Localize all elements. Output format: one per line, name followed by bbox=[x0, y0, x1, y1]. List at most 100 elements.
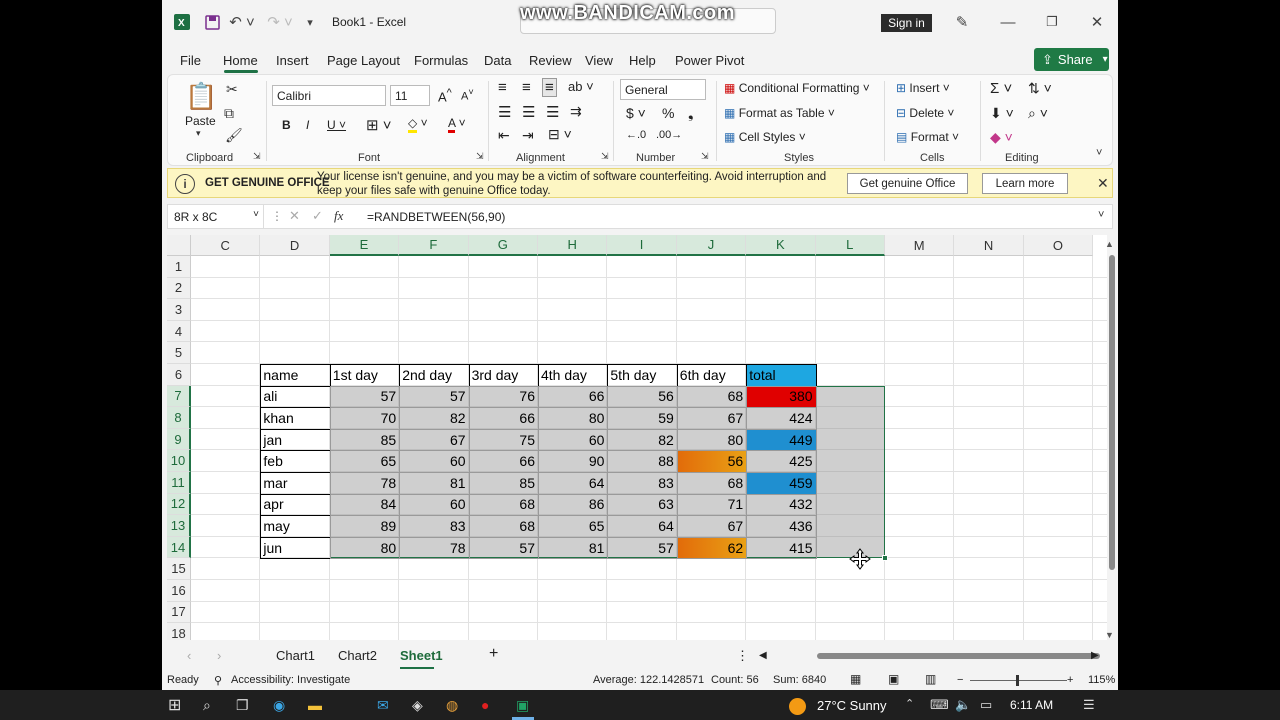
expand-formula-icon[interactable]: ˅ bbox=[1098, 209, 1104, 221]
value-cell[interactable]: 70 bbox=[330, 407, 399, 429]
middle-align-icon[interactable]: ≡ bbox=[522, 79, 531, 96]
value-cell[interactable]: 57 bbox=[399, 386, 468, 408]
find-select-icon[interactable]: ⌕ ˅ bbox=[1028, 105, 1048, 122]
cell-styles-button[interactable]: ▦ Cell Styles ˅ bbox=[724, 130, 806, 144]
edge-icon[interactable]: ◉ bbox=[273, 697, 285, 714]
header-cell[interactable]: 6th day bbox=[677, 364, 746, 386]
value-cell[interactable]: 83 bbox=[607, 472, 676, 494]
row-header-17[interactable]: 17 bbox=[167, 601, 191, 624]
task-view-icon[interactable]: ❐ bbox=[236, 697, 249, 714]
comma-icon[interactable]: ❟ bbox=[688, 105, 694, 122]
name-cell[interactable]: apr bbox=[260, 494, 329, 516]
increase-indent-icon[interactable]: ⇥ bbox=[522, 127, 534, 144]
sign-in-button[interactable]: Sign in bbox=[881, 14, 932, 32]
value-cell[interactable]: 84 bbox=[330, 494, 399, 516]
scroll-left-icon[interactable]: ◀ bbox=[759, 650, 767, 661]
row-header-11[interactable]: 11 bbox=[167, 472, 191, 494]
restore-icon[interactable]: ❐ bbox=[1042, 12, 1062, 32]
value-cell[interactable]: 57 bbox=[469, 537, 538, 559]
merge-center-icon[interactable]: ⊟ ˅ bbox=[548, 126, 572, 143]
number-launcher-icon[interactable]: ⇲ bbox=[701, 151, 709, 162]
page-break-view-icon[interactable]: ▥ bbox=[925, 672, 936, 686]
name-cell[interactable]: mar bbox=[260, 472, 329, 494]
fill-icon[interactable]: ⬇ ˅ bbox=[990, 105, 1014, 122]
insert-cells-button[interactable]: ⊞ Insert ˅ bbox=[896, 81, 950, 95]
value-cell[interactable]: 78 bbox=[399, 537, 468, 559]
value-cell[interactable]: 83 bbox=[399, 515, 468, 537]
total-cell[interactable]: 459 bbox=[746, 472, 816, 494]
value-cell[interactable]: 68 bbox=[469, 515, 538, 537]
font-color-icon[interactable]: A ˅ bbox=[448, 116, 466, 133]
format-as-table-button[interactable]: ▦ Format as Table ˅ bbox=[724, 106, 835, 120]
name-cell[interactable]: jan bbox=[260, 429, 329, 451]
collapse-ribbon-icon[interactable]: ˅ bbox=[1096, 147, 1102, 159]
scroll-right-icon[interactable]: ▶ bbox=[1091, 650, 1099, 661]
row-header-15[interactable]: 15 bbox=[167, 558, 191, 580]
total-cell[interactable]: 415 bbox=[746, 537, 815, 559]
sheet-tab-sheet1[interactable]: Sheet1 bbox=[400, 648, 443, 663]
zoom-out-icon[interactable]: − bbox=[957, 674, 963, 686]
alignment-launcher-icon[interactable]: ⇲ bbox=[601, 151, 609, 162]
weather-text[interactable]: 27°C Sunny bbox=[817, 698, 887, 713]
delete-cells-button[interactable]: ⊟ Delete ˅ bbox=[896, 106, 954, 120]
value-cell[interactable]: 67 bbox=[677, 407, 746, 429]
value-cell[interactable]: 57 bbox=[330, 386, 399, 408]
tab-review[interactable]: Review bbox=[529, 53, 572, 68]
zoom-in-icon[interactable]: + bbox=[1067, 674, 1073, 686]
row-header-6[interactable]: 6 bbox=[167, 364, 191, 386]
align-center-icon[interactable]: ☰ bbox=[522, 103, 535, 121]
search-icon[interactable]: ⌕ bbox=[203, 697, 211, 714]
value-cell[interactable]: 66 bbox=[469, 407, 538, 429]
row-header-4[interactable]: 4 bbox=[167, 320, 191, 343]
row-header-18[interactable]: 18 bbox=[167, 623, 191, 640]
italic-icon[interactable]: I bbox=[306, 118, 309, 132]
new-sheet-icon[interactable]: + bbox=[489, 645, 498, 663]
column-header-l[interactable]: L bbox=[815, 235, 885, 256]
column-header-m[interactable]: M bbox=[885, 235, 955, 256]
sheet-options-icon[interactable]: ⋮ bbox=[736, 648, 749, 664]
prev-sheet-icon[interactable]: ‹ bbox=[187, 648, 191, 663]
value-cell[interactable]: 56 bbox=[607, 386, 676, 408]
clock[interactable]: 6:11 AM bbox=[1010, 698, 1053, 712]
font-size-select[interactable]: 11 bbox=[390, 85, 430, 106]
horizontal-scrollbar[interactable] bbox=[817, 653, 1100, 659]
row-header-7[interactable]: 7 bbox=[167, 385, 191, 408]
speaker-icon[interactable]: 🔈 bbox=[955, 697, 971, 713]
normal-view-icon[interactable]: ▦ bbox=[850, 672, 861, 686]
notifications-icon[interactable]: ☰ bbox=[1083, 697, 1095, 713]
tab-help[interactable]: Help bbox=[629, 53, 656, 68]
clipboard-launcher-icon[interactable]: ⇲ bbox=[253, 151, 261, 162]
underline-icon[interactable]: U ˅ bbox=[327, 118, 346, 132]
header-cell[interactable]: 3rd day bbox=[469, 364, 538, 386]
autosum-icon[interactable]: Σ ˅ bbox=[990, 80, 1012, 97]
undo-icon[interactable]: ↶ ˅ bbox=[228, 12, 256, 32]
value-cell[interactable]: 66 bbox=[469, 450, 538, 472]
value-cell[interactable]: 80 bbox=[538, 407, 607, 429]
value-cell[interactable]: 85 bbox=[330, 429, 399, 451]
total-cell[interactable]: 436 bbox=[746, 515, 815, 537]
column-header-n[interactable]: N bbox=[954, 235, 1024, 256]
align-left-icon[interactable]: ☰ bbox=[498, 103, 511, 121]
value-cell[interactable]: 67 bbox=[677, 515, 746, 537]
accessibility-icon[interactable]: ⚲ bbox=[214, 674, 222, 687]
row-header-14[interactable]: 14 bbox=[167, 536, 191, 559]
value-cell[interactable]: 64 bbox=[538, 472, 607, 494]
value-cell[interactable]: 80 bbox=[677, 429, 746, 451]
battery-icon[interactable]: ▭ bbox=[980, 697, 992, 713]
row-header-10[interactable]: 10 bbox=[167, 450, 191, 472]
column-header-j[interactable]: J bbox=[676, 235, 747, 256]
tab-insert[interactable]: Insert bbox=[276, 53, 309, 68]
value-cell[interactable]: 64 bbox=[607, 515, 676, 537]
value-cell[interactable]: 60 bbox=[399, 494, 468, 516]
percent-icon[interactable]: % bbox=[662, 105, 674, 121]
tab-file[interactable]: File bbox=[180, 53, 201, 68]
cancel-entry-icon[interactable]: ✕ bbox=[289, 208, 300, 224]
more-options-icon[interactable]: ⋮ bbox=[271, 209, 283, 223]
tab-page-layout[interactable]: Page Layout bbox=[327, 53, 400, 68]
next-sheet-icon[interactable]: › bbox=[217, 648, 221, 663]
value-cell[interactable]: 60 bbox=[538, 429, 607, 451]
name-cell[interactable]: khan bbox=[260, 407, 329, 429]
mail-icon[interactable]: ✉ bbox=[377, 697, 389, 714]
borders-icon[interactable]: ⊞ ˅ bbox=[366, 116, 392, 134]
row-header-1[interactable]: 1 bbox=[167, 256, 191, 278]
